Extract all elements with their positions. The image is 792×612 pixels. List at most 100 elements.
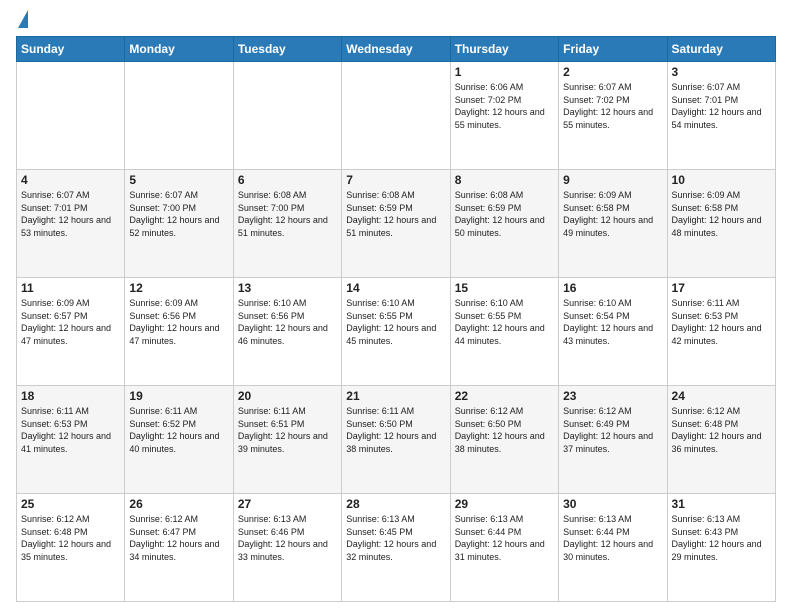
calendar-cell: 14Sunrise: 6:10 AMSunset: 6:55 PMDayligh… <box>342 278 450 386</box>
calendar-week-row: 18 Sunrise: 6:11 AMSunset: 6:53 PMDayligh… <box>17 386 776 494</box>
weekday-header: Friday <box>559 37 667 62</box>
day-number: 3 <box>672 65 771 79</box>
calendar-cell: 27Sunrise: 6:13 AMSunset: 6:46 PMDayligh… <box>233 494 341 602</box>
day-number: 11 <box>21 281 120 295</box>
day-info: Sunrise: 6:07 AMSunset: 7:00 PMDaylight:… <box>129 189 228 239</box>
calendar-cell: 22 Sunrise: 6:12 AMSunset: 6:50 PMDayligh… <box>450 386 558 494</box>
day-info: Sunrise: 6:07 AMSunset: 7:01 PMDaylight:… <box>672 81 771 131</box>
day-info: Sunrise: 6:09 AMSunset: 6:58 PMDaylight:… <box>672 189 771 239</box>
day-number: 2 <box>563 65 662 79</box>
day-number: 8 <box>455 173 554 187</box>
day-number: 23 <box>563 389 662 403</box>
day-info: Sunrise: 6:12 AMSunset: 6:49 PMDaylight:… <box>563 405 662 455</box>
day-number: 22 <box>455 389 554 403</box>
calendar-table: SundayMondayTuesdayWednesdayThursdayFrid… <box>16 36 776 602</box>
day-number: 17 <box>672 281 771 295</box>
calendar-cell: 26Sunrise: 6:12 AMSunset: 6:47 PMDayligh… <box>125 494 233 602</box>
day-info: Sunrise: 6:13 AMSunset: 6:44 PMDaylight:… <box>563 513 662 563</box>
calendar-cell: 10Sunrise: 6:09 AMSunset: 6:58 PMDayligh… <box>667 170 775 278</box>
calendar-week-row: 4 Sunrise: 6:07 AMSunset: 7:01 PMDaylight… <box>17 170 776 278</box>
weekday-header: Tuesday <box>233 37 341 62</box>
day-info: Sunrise: 6:11 AMSunset: 6:53 PMDaylight:… <box>672 297 771 347</box>
day-info: Sunrise: 6:08 AMSunset: 7:00 PMDaylight:… <box>238 189 337 239</box>
calendar-cell <box>233 62 341 170</box>
day-info: Sunrise: 6:12 AMSunset: 6:48 PMDaylight:… <box>21 513 120 563</box>
calendar-page: SundayMondayTuesdayWednesdayThursdayFrid… <box>0 0 792 612</box>
weekday-header: Sunday <box>17 37 125 62</box>
day-number: 4 <box>21 173 120 187</box>
day-info: Sunrise: 6:13 AMSunset: 6:45 PMDaylight:… <box>346 513 445 563</box>
weekday-header: Thursday <box>450 37 558 62</box>
day-number: 7 <box>346 173 445 187</box>
calendar-cell: 12 Sunrise: 6:09 AMSunset: 6:56 PMDayligh… <box>125 278 233 386</box>
day-info: Sunrise: 6:11 AMSunset: 6:51 PMDaylight:… <box>238 405 337 455</box>
calendar-cell: 23 Sunrise: 6:12 AMSunset: 6:49 PMDayligh… <box>559 386 667 494</box>
logo <box>16 12 28 28</box>
day-info: Sunrise: 6:10 AMSunset: 6:55 PMDaylight:… <box>455 297 554 347</box>
day-info: Sunrise: 6:13 AMSunset: 6:44 PMDaylight:… <box>455 513 554 563</box>
logo-top <box>16 12 28 28</box>
day-number: 12 <box>129 281 228 295</box>
day-number: 18 <box>21 389 120 403</box>
day-info: Sunrise: 6:10 AMSunset: 6:56 PMDaylight:… <box>238 297 337 347</box>
calendar-week-row: 25 Sunrise: 6:12 AMSunset: 6:48 PMDayligh… <box>17 494 776 602</box>
calendar-cell: 29 Sunrise: 6:13 AMSunset: 6:44 PMDayligh… <box>450 494 558 602</box>
day-info: Sunrise: 6:09 AMSunset: 6:58 PMDaylight:… <box>563 189 662 239</box>
day-info: Sunrise: 6:09 AMSunset: 6:56 PMDaylight:… <box>129 297 228 347</box>
day-info: Sunrise: 6:08 AMSunset: 6:59 PMDaylight:… <box>346 189 445 239</box>
calendar-cell: 21Sunrise: 6:11 AMSunset: 6:50 PMDayligh… <box>342 386 450 494</box>
calendar-cell: 18 Sunrise: 6:11 AMSunset: 6:53 PMDayligh… <box>17 386 125 494</box>
day-number: 19 <box>129 389 228 403</box>
calendar-cell <box>125 62 233 170</box>
calendar-week-row: 11 Sunrise: 6:09 AMSunset: 6:57 PMDayligh… <box>17 278 776 386</box>
calendar-cell: 8 Sunrise: 6:08 AMSunset: 6:59 PMDaylight… <box>450 170 558 278</box>
day-info: Sunrise: 6:11 AMSunset: 6:52 PMDaylight:… <box>129 405 228 455</box>
day-info: Sunrise: 6:08 AMSunset: 6:59 PMDaylight:… <box>455 189 554 239</box>
day-number: 30 <box>563 497 662 511</box>
day-info: Sunrise: 6:10 AMSunset: 6:54 PMDaylight:… <box>563 297 662 347</box>
calendar-cell: 5 Sunrise: 6:07 AMSunset: 7:00 PMDaylight… <box>125 170 233 278</box>
day-number: 27 <box>238 497 337 511</box>
calendar-cell <box>17 62 125 170</box>
calendar-cell: 15 Sunrise: 6:10 AMSunset: 6:55 PMDayligh… <box>450 278 558 386</box>
day-number: 29 <box>455 497 554 511</box>
weekday-header: Monday <box>125 37 233 62</box>
calendar-cell: 11 Sunrise: 6:09 AMSunset: 6:57 PMDayligh… <box>17 278 125 386</box>
calendar-cell: 30 Sunrise: 6:13 AMSunset: 6:44 PMDayligh… <box>559 494 667 602</box>
calendar-cell: 6Sunrise: 6:08 AMSunset: 7:00 PMDaylight… <box>233 170 341 278</box>
day-info: Sunrise: 6:13 AMSunset: 6:43 PMDaylight:… <box>672 513 771 563</box>
day-info: Sunrise: 6:07 AMSunset: 7:02 PMDaylight:… <box>563 81 662 131</box>
day-number: 16 <box>563 281 662 295</box>
day-number: 26 <box>129 497 228 511</box>
day-number: 13 <box>238 281 337 295</box>
day-info: Sunrise: 6:07 AMSunset: 7:01 PMDaylight:… <box>21 189 120 239</box>
day-number: 15 <box>455 281 554 295</box>
day-number: 9 <box>563 173 662 187</box>
day-info: Sunrise: 6:11 AMSunset: 6:53 PMDaylight:… <box>21 405 120 455</box>
calendar-cell: 20 Sunrise: 6:11 AMSunset: 6:51 PMDayligh… <box>233 386 341 494</box>
calendar-week-row: 1Sunrise: 6:06 AMSunset: 7:02 PMDaylight… <box>17 62 776 170</box>
calendar-cell: 9 Sunrise: 6:09 AMSunset: 6:58 PMDaylight… <box>559 170 667 278</box>
day-info: Sunrise: 6:09 AMSunset: 6:57 PMDaylight:… <box>21 297 120 347</box>
calendar-cell: 2 Sunrise: 6:07 AMSunset: 7:02 PMDaylight… <box>559 62 667 170</box>
day-number: 24 <box>672 389 771 403</box>
calendar-cell: 19 Sunrise: 6:11 AMSunset: 6:52 PMDayligh… <box>125 386 233 494</box>
calendar-cell: 7 Sunrise: 6:08 AMSunset: 6:59 PMDaylight… <box>342 170 450 278</box>
day-info: Sunrise: 6:10 AMSunset: 6:55 PMDaylight:… <box>346 297 445 347</box>
day-info: Sunrise: 6:12 AMSunset: 6:50 PMDaylight:… <box>455 405 554 455</box>
calendar-cell: 13 Sunrise: 6:10 AMSunset: 6:56 PMDayligh… <box>233 278 341 386</box>
day-number: 31 <box>672 497 771 511</box>
day-number: 20 <box>238 389 337 403</box>
calendar-cell: 1Sunrise: 6:06 AMSunset: 7:02 PMDaylight… <box>450 62 558 170</box>
calendar-cell: 28Sunrise: 6:13 AMSunset: 6:45 PMDayligh… <box>342 494 450 602</box>
header <box>16 12 776 28</box>
day-number: 25 <box>21 497 120 511</box>
calendar-cell <box>342 62 450 170</box>
calendar-cell: 4 Sunrise: 6:07 AMSunset: 7:01 PMDaylight… <box>17 170 125 278</box>
weekday-header-row: SundayMondayTuesdayWednesdayThursdayFrid… <box>17 37 776 62</box>
calendar-cell: 31 Sunrise: 6:13 AMSunset: 6:43 PMDayligh… <box>667 494 775 602</box>
day-info: Sunrise: 6:12 AMSunset: 6:48 PMDaylight:… <box>672 405 771 455</box>
day-number: 5 <box>129 173 228 187</box>
day-info: Sunrise: 6:11 AMSunset: 6:50 PMDaylight:… <box>346 405 445 455</box>
calendar-cell: 3 Sunrise: 6:07 AMSunset: 7:01 PMDaylight… <box>667 62 775 170</box>
